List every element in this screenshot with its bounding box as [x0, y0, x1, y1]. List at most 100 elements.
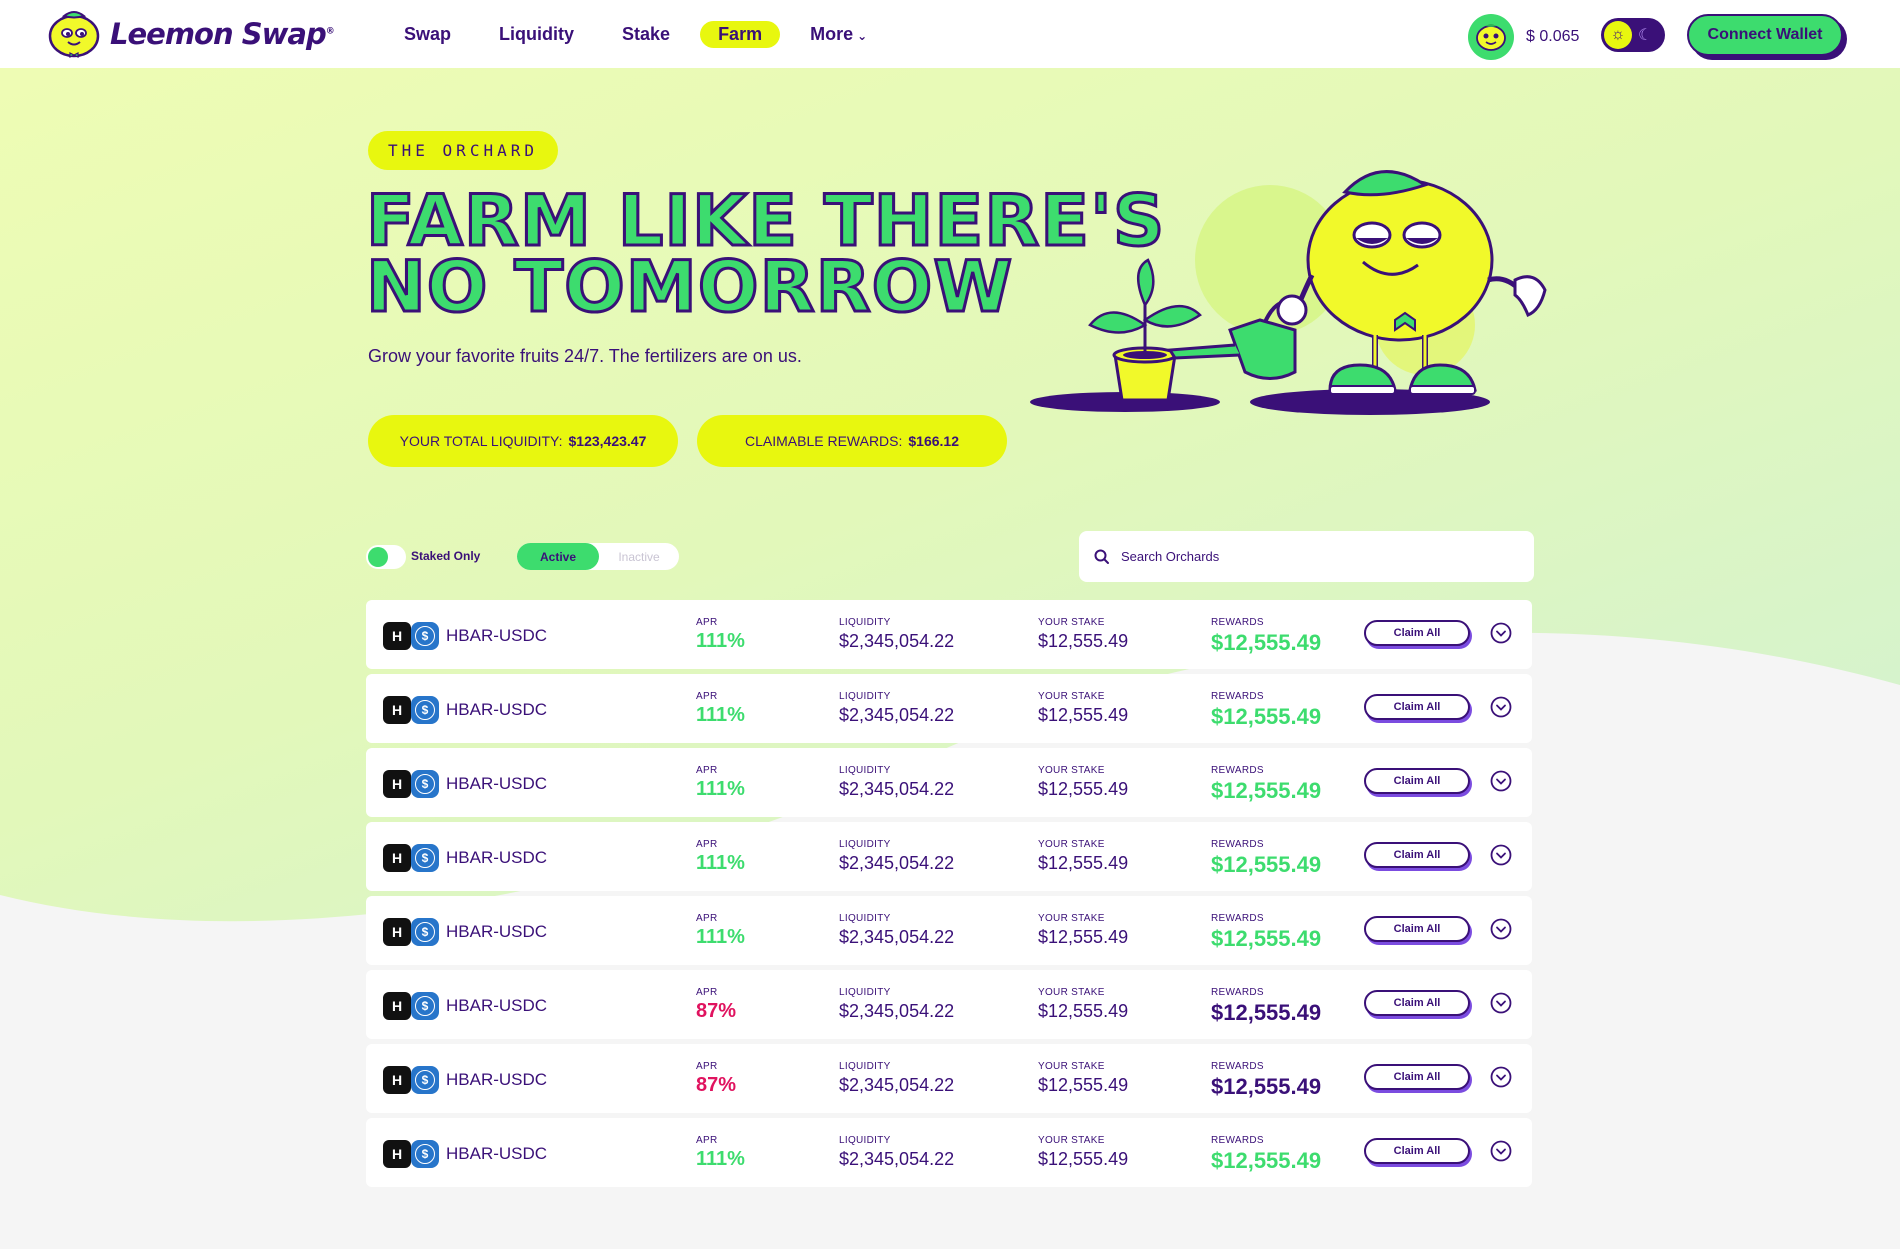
stake-value: $12,555.49: [1038, 631, 1129, 651]
claim-all-button[interactable]: Claim All: [1364, 620, 1470, 646]
chevron-down-circle-icon[interactable]: [1490, 696, 1512, 718]
hbar-token-icon: H: [383, 992, 411, 1020]
pair-icons: H $: [383, 770, 439, 798]
farm-list: H $ HBAR-USDC APR 111% LIQUIDITY $2,345,…: [366, 600, 1532, 1192]
staked-only-label: Staked Only: [411, 549, 481, 563]
rewards-value: $12,555.49: [1211, 852, 1322, 877]
usdc-token-icon: $: [411, 696, 439, 724]
nav-stake[interactable]: Stake: [604, 21, 688, 48]
stake-value: $12,555.49: [1038, 779, 1129, 799]
pair-icons: H $: [383, 1140, 439, 1168]
rewards-label: REWARDS: [1211, 691, 1264, 702]
apr-value: 111%: [696, 852, 745, 874]
rewards-label: REWARDS: [1211, 913, 1264, 924]
pair-icons: H $: [383, 696, 439, 724]
stake-label: YOUR STAKE: [1038, 765, 1105, 776]
stake-label: YOUR STAKE: [1038, 913, 1105, 924]
apr-label: APR: [696, 1061, 718, 1072]
connect-wallet-button[interactable]: Connect Wallet: [1687, 14, 1843, 56]
hbar-token-icon: H: [383, 1066, 411, 1094]
staked-only-toggle[interactable]: [366, 545, 406, 569]
stake-value: $12,555.49: [1038, 1075, 1129, 1095]
nav-liquidity[interactable]: Liquidity: [481, 21, 592, 48]
stake-label: YOUR STAKE: [1038, 1135, 1105, 1146]
liquidity-value: $2,345,054.22: [839, 1075, 955, 1095]
farm-row[interactable]: H $ HBAR-USDC APR 111% LIQUIDITY $2,345,…: [366, 748, 1532, 817]
rewards-value: $12,555.49: [1211, 778, 1322, 803]
farm-row[interactable]: H $ HBAR-USDC APR 111% LIQUIDITY $2,345,…: [366, 896, 1532, 965]
chevron-down-circle-icon[interactable]: [1490, 622, 1512, 644]
usdc-token-icon: $: [411, 770, 439, 798]
farm-row[interactable]: H $ HBAR-USDC APR 111% LIQUIDITY $2,345,…: [366, 1118, 1532, 1187]
liquidity-value: $2,345,054.22: [839, 705, 955, 725]
liquidity-value: $2,345,054.22: [839, 631, 955, 651]
theme-toggle[interactable]: ☼ ☾: [1601, 18, 1665, 52]
liquidity-value: $2,345,054.22: [839, 1149, 955, 1169]
pair-name: HBAR-USDC: [446, 848, 548, 867]
claim-all-button[interactable]: Claim All: [1364, 842, 1470, 868]
apr-value: 111%: [696, 926, 745, 948]
orchard-badge: THE ORCHARD: [368, 131, 558, 170]
stake-value: $12,555.49: [1038, 1149, 1129, 1169]
total-liquidity-value: $123,423.47: [568, 433, 647, 449]
liquidity-label: LIQUIDITY: [839, 1135, 891, 1146]
hbar-token-icon: H: [383, 918, 411, 946]
rewards-label: REWARDS: [1211, 1061, 1264, 1072]
stake-value: $12,555.49: [1038, 853, 1129, 873]
chevron-down-circle-icon[interactable]: [1490, 992, 1512, 1014]
status-segmented-control: Active Inactive: [517, 543, 679, 570]
claim-all-button[interactable]: Claim All: [1364, 1064, 1470, 1090]
claim-all-button[interactable]: Claim All: [1364, 768, 1470, 794]
apr-label: APR: [696, 987, 718, 998]
usdc-token-icon: $: [411, 918, 439, 946]
stake-label: YOUR STAKE: [1038, 1061, 1105, 1072]
rewards-label: REWARDS: [1211, 987, 1264, 998]
chevron-down-circle-icon[interactable]: [1490, 1140, 1512, 1162]
apr-value: 111%: [696, 1148, 745, 1170]
hbar-token-icon: H: [383, 770, 411, 798]
farm-row[interactable]: H $ HBAR-USDC APR 111% LIQUIDITY $2,345,…: [366, 674, 1532, 743]
apr-label: APR: [696, 765, 718, 776]
chevron-down-circle-icon[interactable]: [1490, 918, 1512, 940]
pair-name: HBAR-USDC: [446, 922, 548, 941]
claim-all-button[interactable]: Claim All: [1364, 1138, 1470, 1164]
liquidity-label: LIQUIDITY: [839, 987, 891, 998]
rewards-value: $12,555.49: [1211, 704, 1322, 729]
stake-label: YOUR STAKE: [1038, 987, 1105, 998]
apr-value: 111%: [696, 630, 745, 652]
farm-row[interactable]: H $ HBAR-USDC APR 87% LIQUIDITY $2,345,0…: [366, 970, 1532, 1039]
rewards-label: REWARDS: [1211, 617, 1264, 628]
nav-more[interactable]: More ⌄: [792, 21, 885, 48]
liquidity-value: $2,345,054.22: [839, 853, 955, 873]
liquidity-label: LIQUIDITY: [839, 617, 891, 628]
chevron-down-circle-icon[interactable]: [1490, 1066, 1512, 1088]
hbar-token-icon: H: [383, 1140, 411, 1168]
moon-icon: ☾: [1638, 27, 1653, 44]
lemon-logo-icon: [48, 11, 100, 58]
farm-row[interactable]: H $ HBAR-USDC APR 111% LIQUIDITY $2,345,…: [366, 822, 1532, 891]
claim-all-button[interactable]: Claim All: [1364, 916, 1470, 942]
pair-icons: H $: [383, 992, 439, 1020]
stake-value: $12,555.49: [1038, 1001, 1129, 1021]
logo[interactable]: Leemon Swap®: [46, 9, 335, 59]
hbar-token-icon: H: [383, 844, 411, 872]
pair-name: HBAR-USDC: [446, 626, 548, 645]
liquidity-value: $2,345,054.22: [839, 779, 955, 799]
claim-all-button[interactable]: Claim All: [1364, 694, 1470, 720]
chevron-down-circle-icon[interactable]: [1490, 770, 1512, 792]
farm-row[interactable]: H $ HBAR-USDC APR 87% LIQUIDITY $2,345,0…: [366, 1044, 1532, 1113]
pair-icons: H $: [383, 622, 439, 650]
search-input[interactable]: [1121, 549, 1521, 564]
usdc-token-icon: $: [411, 844, 439, 872]
nav-farm[interactable]: Farm: [700, 21, 781, 48]
stake-label: YOUR STAKE: [1038, 617, 1105, 628]
tab-inactive[interactable]: Inactive: [599, 543, 679, 570]
claim-all-button[interactable]: Claim All: [1364, 990, 1470, 1016]
tab-active[interactable]: Active: [517, 543, 599, 570]
farm-row[interactable]: H $ HBAR-USDC APR 111% LIQUIDITY $2,345,…: [366, 600, 1532, 669]
total-liquidity-pill: YOUR TOTAL LIQUIDITY: $123,423.47: [368, 415, 678, 467]
chevron-down-circle-icon[interactable]: [1490, 844, 1512, 866]
claimable-rewards-value: $166.12: [908, 433, 959, 449]
nav-swap[interactable]: Swap: [386, 21, 469, 48]
search-box: [1079, 531, 1534, 582]
